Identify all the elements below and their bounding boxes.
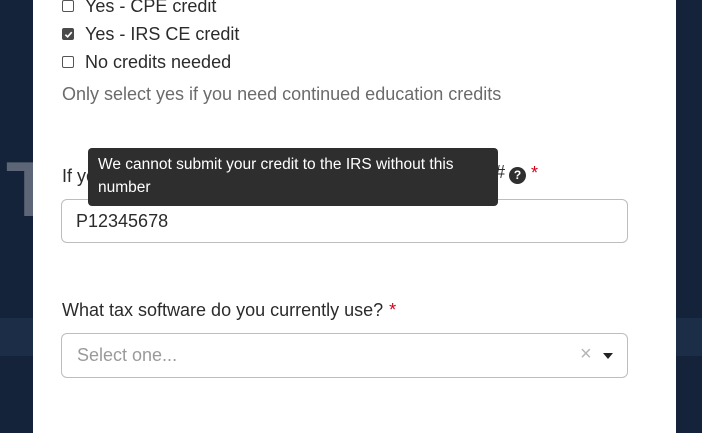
credits-hint: Only select yes if you need continued ed… [62,84,502,104]
software-label-text: What tax software do you currently use? [62,300,384,320]
checkbox-row-irs-ce[interactable]: Yes - IRS CE credit [62,23,239,45]
check-icon [64,31,72,38]
caret-down-icon[interactable] [603,353,613,359]
software-label: What tax software do you currently use? * [62,300,396,321]
software-required-mark: * [389,300,397,320]
checkbox-row-no-credits[interactable]: No credits needed [62,51,231,73]
question-circle-icon[interactable]: ? [509,167,526,184]
checkbox-no-credits[interactable] [62,56,74,68]
software-select-placeholder: Select one... [77,345,178,365]
form-modal: Yes - CPE credit Yes - IRS CE credit No … [33,0,676,433]
checkbox-cpe[interactable] [62,0,74,12]
checkbox-irs-ce[interactable] [62,28,74,40]
software-select[interactable]: Select one... × [61,333,628,378]
checkbox-row-cpe[interactable]: Yes - CPE credit [62,0,216,17]
clear-selection-icon[interactable]: × [580,343,592,366]
checkbox-irs-ce-label: Yes - IRS CE credit [85,23,240,44]
ptin-required-mark: * [531,163,539,183]
checkbox-no-credits-label: No credits needed [85,51,232,72]
ptin-tooltip: We cannot submit your credit to the IRS … [88,148,498,206]
checkbox-cpe-label: Yes - CPE credit [85,0,217,16]
